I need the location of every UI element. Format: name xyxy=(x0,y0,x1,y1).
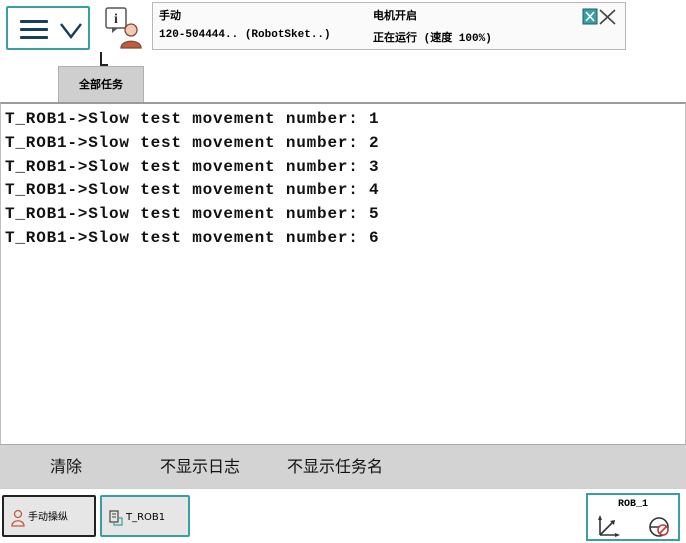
info-user-icon[interactable]: i xyxy=(102,6,146,50)
log-line: T_ROB1->Slow test movement number: 2 xyxy=(5,134,380,152)
axes-icon xyxy=(598,515,620,537)
robot-task-icon xyxy=(109,510,123,526)
event-log-area[interactable]: T_ROB1->Slow test movement number: 1 T_R… xyxy=(0,102,686,444)
rob-task-label: T_ROB1 xyxy=(126,512,166,523)
controller-name: 120-504444.. (RobotSket..) xyxy=(159,29,331,41)
status-panel[interactable]: 手动 120-504444.. (RobotSket..) 电机开启 正在运行 … xyxy=(152,2,626,50)
command-bar: 清除 不显示日志 不显示任务名 xyxy=(0,444,686,488)
log-line: T_ROB1->Slow test movement number: 3 xyxy=(5,158,380,176)
log-line: T_ROB1->Slow test movement number: 6 xyxy=(5,229,380,247)
chevron-down-icon xyxy=(60,23,82,39)
log-line: T_ROB1->Slow test movement number: 4 xyxy=(5,181,380,199)
jogging-task-label: 手动操纵 xyxy=(28,512,68,523)
svg-text:i: i xyxy=(114,12,118,27)
abb-menu-button[interactable] xyxy=(6,6,90,50)
hide-log-button[interactable]: 不显示日志 xyxy=(160,445,240,489)
person-icon xyxy=(11,509,25,527)
hamburger-icon xyxy=(20,20,48,40)
taskbar: 手动操纵 T_ROB1 ROB_1 xyxy=(0,488,686,543)
tool-icon xyxy=(649,517,669,537)
quickset-mechunit-label: ROB_1 xyxy=(617,499,648,510)
program-state: 正在运行 (速度 100%) xyxy=(373,33,492,45)
motors-state: 电机开启 xyxy=(373,11,417,23)
clear-button[interactable]: 清除 xyxy=(50,445,82,489)
log-line: T_ROB1->Slow test movement number: 1 xyxy=(5,110,380,128)
close-icon[interactable] xyxy=(582,8,618,26)
status-bar: i 手动 120-504444.. (RobotSket..) 电机开启 正在运… xyxy=(0,0,686,66)
hide-task-name-button[interactable]: 不显示任务名 xyxy=(287,445,383,489)
operating-mode: 手动 xyxy=(159,11,181,23)
quickset-button[interactable]: ROB_1 xyxy=(586,493,680,541)
jogging-task-button[interactable]: 手动操纵 xyxy=(2,495,96,537)
log-line: T_ROB1->Slow test movement number: 5 xyxy=(5,205,380,223)
tab-all-tasks[interactable]: 全部任务 xyxy=(58,66,144,102)
rob-task-button[interactable]: T_ROB1 xyxy=(100,495,190,537)
